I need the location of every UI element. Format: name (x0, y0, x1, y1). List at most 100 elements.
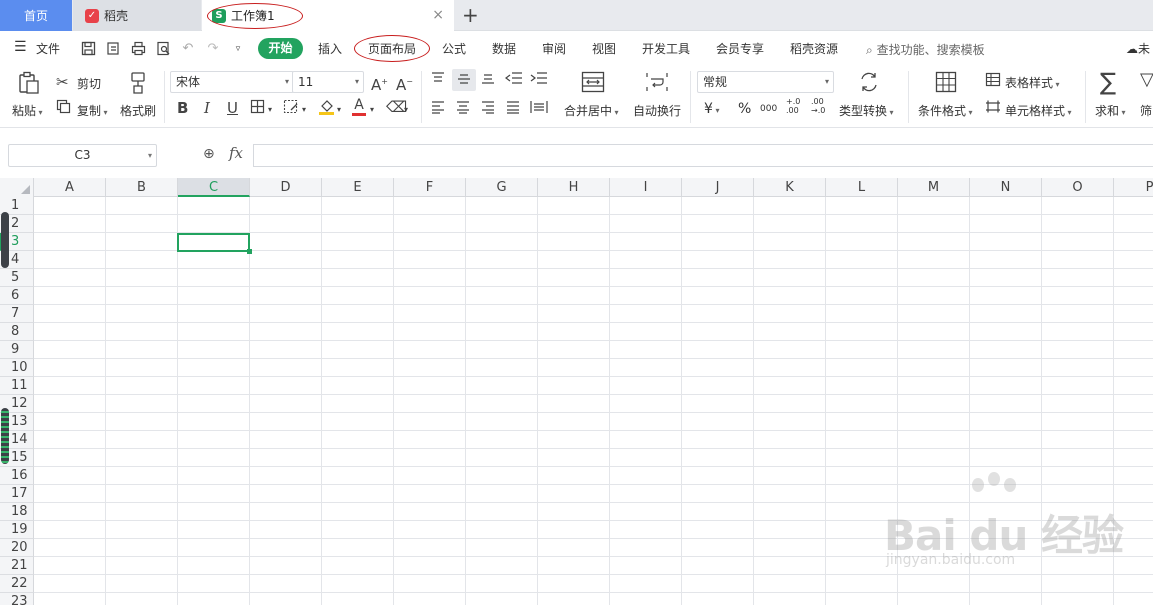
type-convert-button[interactable]: 类型转换 ▾ (839, 102, 894, 119)
column-header-c[interactable]: C (178, 178, 250, 197)
row-header-20[interactable]: 20 (0, 539, 34, 557)
row-header-17[interactable]: 17 (0, 485, 34, 503)
left-panel-handle-green[interactable] (1, 408, 9, 464)
select-all-corner[interactable] (0, 178, 34, 197)
print-icon[interactable] (130, 41, 146, 57)
font-size-select[interactable]: 11 ▾ (292, 71, 364, 93)
active-cell-c3[interactable] (177, 233, 252, 254)
align-right-icon[interactable] (480, 100, 496, 118)
column-header-l[interactable]: L (826, 178, 898, 197)
wrap-text-button[interactable]: 自动换行 (633, 102, 681, 119)
menu-start[interactable]: 开始 (258, 38, 303, 59)
row-header-5[interactable]: 5 (0, 269, 34, 287)
menu-review[interactable]: 审阅 (542, 40, 566, 57)
menu-data[interactable]: 数据 (492, 40, 516, 57)
column-header-k[interactable]: K (754, 178, 826, 197)
paste-button[interactable]: 粘贴 ▾ (12, 102, 43, 119)
font-color-dropdown-icon[interactable]: ▾ (370, 101, 374, 119)
menu-member[interactable]: 会员专享 (716, 40, 764, 57)
menu-formulas[interactable]: 公式 (442, 40, 466, 57)
cell-format-dropdown-icon[interactable]: ▾ (302, 101, 306, 119)
decrease-indent-icon[interactable] (505, 71, 523, 89)
table-style-icon[interactable] (985, 72, 1001, 91)
sum-button[interactable]: 求和 ▾ (1095, 102, 1126, 119)
insert-function-button[interactable]: fx (229, 144, 243, 162)
align-center-icon[interactable] (455, 100, 471, 118)
tab-home[interactable]: 首页 (0, 0, 72, 31)
align-top-icon[interactable] (430, 71, 446, 89)
increase-font-icon[interactable]: A+ (371, 73, 388, 94)
cut-icon[interactable]: ✂ (56, 73, 69, 91)
row-header-19[interactable]: 19 (0, 521, 34, 539)
menu-page-layout[interactable]: 页面布局 (368, 40, 416, 57)
format-painter-button[interactable]: 格式刷 (120, 102, 156, 119)
row-header-18[interactable]: 18 (0, 503, 34, 521)
column-header-i[interactable]: I (610, 178, 682, 197)
merge-center-icon[interactable] (581, 71, 605, 97)
number-format-select[interactable]: 常规 ▾ (697, 71, 834, 93)
name-box[interactable]: C3 ▾ (8, 144, 157, 167)
row-header-23[interactable]: 23 (0, 593, 34, 605)
borders-dropdown-icon[interactable]: ▾ (268, 101, 272, 119)
cell-style-button[interactable]: 单元格样式 ▾ (1005, 102, 1072, 119)
column-header-f[interactable]: F (394, 178, 466, 197)
distributed-align-icon[interactable] (530, 100, 548, 118)
row-header-6[interactable]: 6 (0, 287, 34, 305)
type-convert-icon[interactable] (858, 72, 880, 96)
cell-style-icon[interactable] (985, 99, 1001, 118)
column-header-a[interactable]: A (34, 178, 106, 197)
tab-workbook[interactable]: S 工作簿1 × (202, 0, 454, 31)
fill-color-dropdown-icon[interactable]: ▾ (337, 101, 341, 119)
row-header-11[interactable]: 11 (0, 377, 34, 395)
menu-file[interactable]: 文件 (36, 40, 60, 57)
quick-access-more-icon[interactable]: ▿ (230, 41, 246, 57)
italic-button[interactable]: I (204, 99, 210, 117)
align-left-icon[interactable] (430, 100, 446, 118)
merge-center-button[interactable]: 合并居中 ▾ (564, 102, 619, 119)
cell-format-icon[interactable] (283, 99, 300, 118)
align-middle-icon[interactable] (452, 69, 476, 91)
hamburger-menu-icon[interactable]: ☰ (14, 39, 27, 55)
clear-format-dropdown-icon[interactable]: ▾ (404, 101, 408, 119)
column-header-p[interactable]: P (1114, 178, 1153, 197)
filter-button[interactable]: 筛 (1140, 102, 1152, 119)
decrease-font-icon[interactable]: A− (396, 73, 413, 94)
row-header-16[interactable]: 16 (0, 467, 34, 485)
print-preview-icon[interactable] (155, 41, 171, 57)
add-tab-icon[interactable]: + (462, 3, 479, 27)
table-style-button[interactable]: 表格样式 ▾ (1005, 74, 1060, 91)
justify-icon[interactable] (505, 100, 521, 118)
column-header-b[interactable]: B (106, 178, 178, 197)
export-icon[interactable] (105, 41, 121, 57)
column-header-o[interactable]: O (1042, 178, 1114, 197)
font-color-button[interactable]: A (352, 98, 366, 116)
search-function[interactable]: ⌕ 查找功能、搜索模板 (866, 41, 985, 58)
column-header-j[interactable]: J (682, 178, 754, 197)
row-header-22[interactable]: 22 (0, 575, 34, 593)
column-header-m[interactable]: M (898, 178, 970, 197)
left-panel-handle[interactable] (1, 212, 9, 268)
close-tab-icon[interactable]: × (432, 7, 444, 23)
zoom-icon[interactable]: ⊕ (203, 146, 215, 162)
font-name-select[interactable]: 宋体 ▾ (170, 71, 294, 93)
tab-daoke[interactable]: ✓ 稻壳 (73, 0, 201, 31)
currency-button[interactable]: ¥ ▾ (704, 101, 719, 117)
undo-icon[interactable]: ↶ (180, 41, 196, 57)
copy-icon[interactable] (56, 99, 71, 118)
bold-button[interactable]: B (177, 99, 188, 117)
sum-icon[interactable]: ∑ (1100, 69, 1116, 95)
column-header-g[interactable]: G (466, 178, 538, 197)
format-painter-icon[interactable] (128, 71, 148, 99)
percent-button[interactable]: % (738, 101, 751, 117)
increase-decimal-button[interactable]: +.0 .00 (786, 97, 806, 115)
conditional-format-icon[interactable] (935, 71, 957, 97)
wrap-text-icon[interactable] (645, 71, 669, 97)
menu-insert[interactable]: 插入 (318, 40, 342, 57)
column-header-d[interactable]: D (250, 178, 322, 197)
formula-input[interactable] (253, 144, 1153, 167)
row-header-9[interactable]: 9 (0, 341, 34, 359)
menu-view[interactable]: 视图 (592, 40, 616, 57)
save-icon[interactable] (80, 41, 96, 57)
cut-button[interactable]: 剪切 (77, 75, 101, 92)
paste-icon[interactable] (18, 71, 40, 97)
